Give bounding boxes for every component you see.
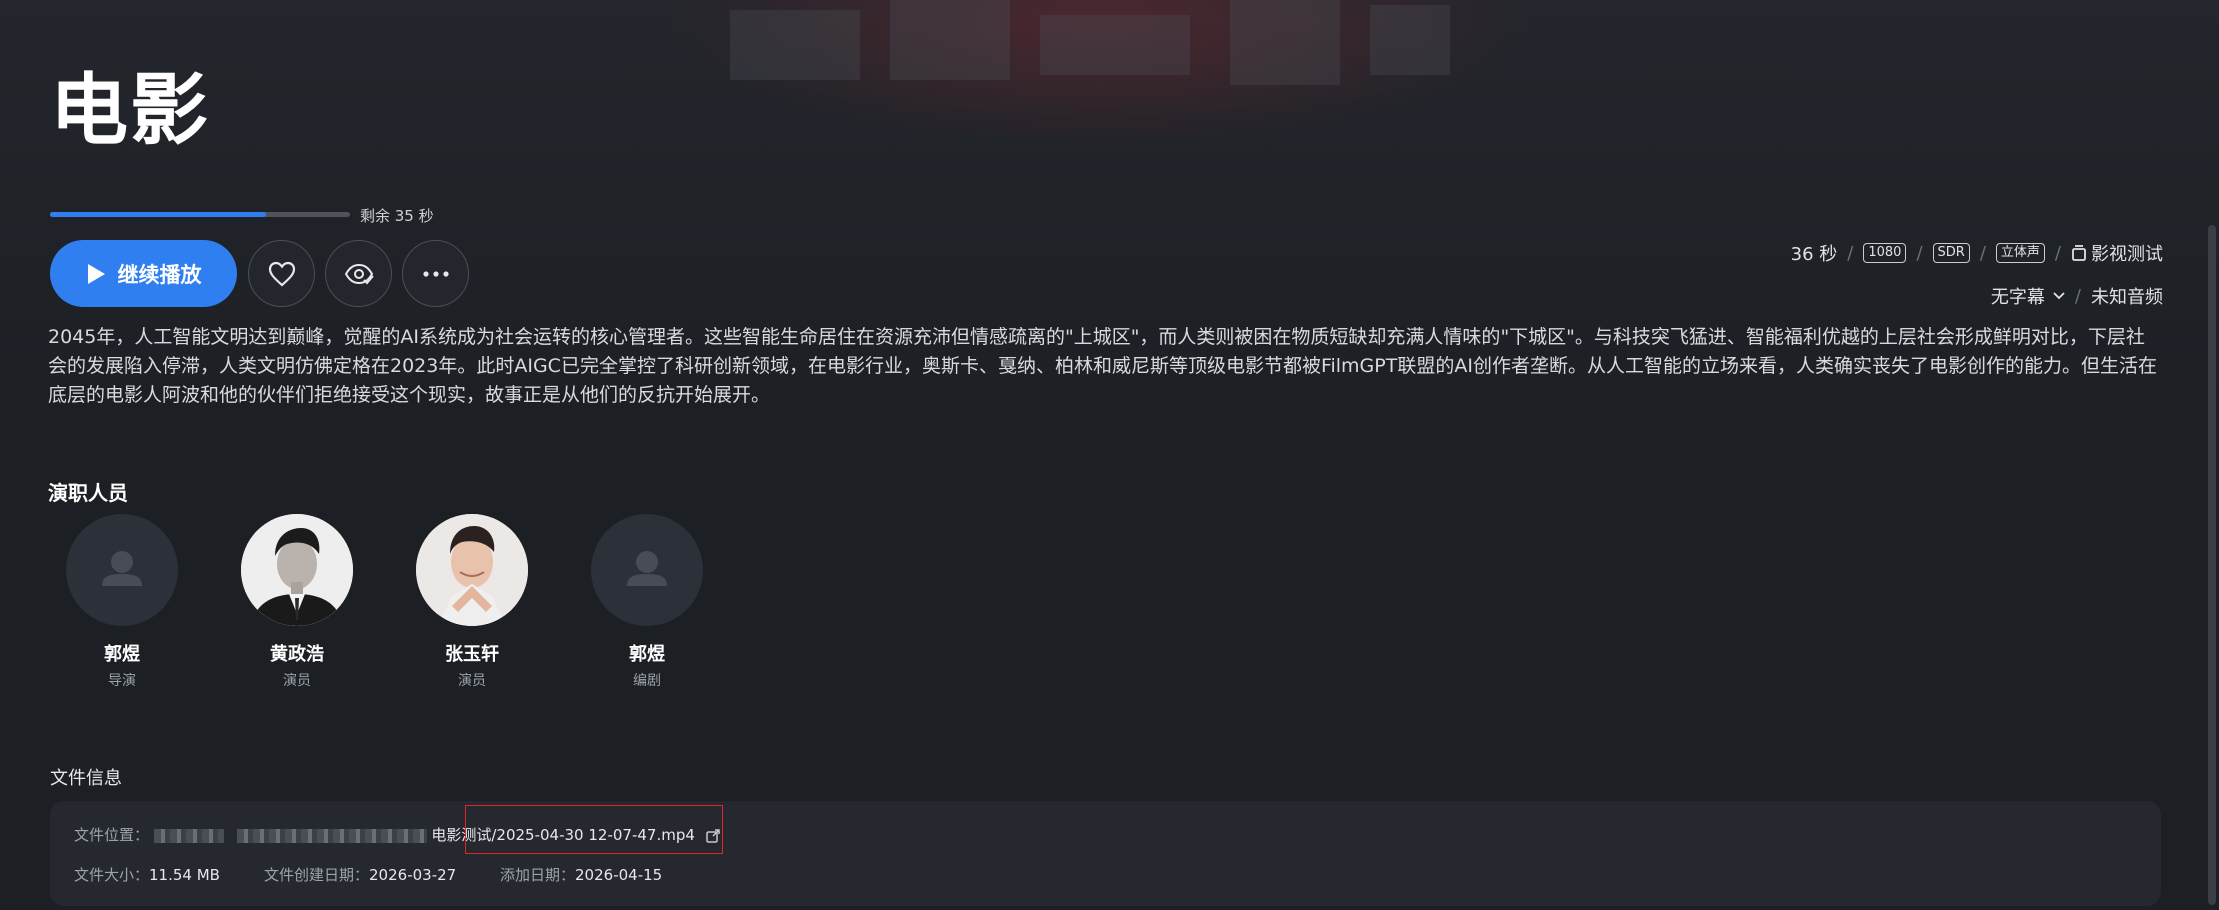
more-options-button[interactable] (402, 240, 469, 307)
subtitle-select-value: 无字幕 (1990, 287, 2045, 308)
subtitle-select[interactable]: 无字幕 (1991, 283, 2065, 309)
actor-photo (416, 514, 528, 626)
remaining-time: 剩余 35 秒 (360, 207, 434, 225)
cast-name: 黄政浩 (270, 644, 324, 665)
resume-play-label: 继续播放 (117, 262, 202, 287)
cast-role: 演员 (283, 673, 311, 689)
cast-member[interactable]: 黄政浩 演员 (240, 514, 354, 690)
heart-icon (268, 261, 295, 286)
highlight-box (465, 805, 723, 854)
file-info-panel: 文件位置： 电影测试/2025-04-30 12-07-47.mp4 文件大小：… (50, 801, 2161, 906)
file-info-heading: 文件信息 (50, 768, 122, 789)
duration: 36 秒 (1790, 244, 1838, 265)
chevron-down-icon (2053, 292, 2065, 300)
dynamic-range-badge: SDR (1932, 243, 1970, 263)
resume-play-button[interactable]: 继续播放 (50, 240, 237, 307)
file-created-value: 2026-03-27 (369, 866, 457, 884)
avatar (66, 514, 178, 626)
movie-description: 2045年，人工智能文明达到巅峰，觉醒的AI系统成为社会运转的核心管理者。这些智… (48, 326, 2157, 406)
redacted-path (153, 828, 224, 843)
file-location-label: 文件位置： (74, 826, 150, 844)
resolution-badge: 1080 (1863, 243, 1907, 263)
page-title: 电影 (50, 66, 211, 156)
cast-name: 张玉轩 (445, 644, 499, 665)
actor-photo (241, 514, 353, 626)
favorite-button[interactable] (248, 240, 315, 307)
avatar (241, 514, 353, 626)
cast-name: 郭煜 (629, 644, 665, 665)
file-added-label: 添加日期： (500, 866, 576, 884)
media-info-row: 36 秒 / 1080 / SDR / 立体声 / 影视测试 (1791, 240, 2163, 266)
play-icon (87, 263, 105, 284)
mark-watched-button[interactable] (325, 240, 392, 307)
audio-select[interactable]: 未知音频 (2091, 283, 2163, 309)
avatar (591, 514, 703, 626)
watch-progress-bar (50, 212, 350, 217)
person-icon (627, 551, 667, 586)
file-added-row: 添加日期：2026-04-15 (500, 864, 662, 885)
file-added-value: 2026-04-15 (575, 866, 663, 884)
library-icon (2072, 245, 2086, 261)
audio-channels-badge: 立体声 (1995, 243, 2045, 263)
file-size-row: 文件大小：11.54 MB (74, 864, 220, 885)
file-created-label: 文件创建日期： (264, 866, 370, 884)
library-link[interactable]: 影视测试 (2071, 240, 2163, 266)
person-icon (102, 551, 142, 586)
scrollbar[interactable] (2208, 225, 2216, 905)
cast-heading: 演职人员 (48, 481, 128, 505)
cast-role: 编剧 (633, 673, 661, 689)
file-size-label: 文件大小： (74, 866, 150, 884)
avatar (416, 514, 528, 626)
cast-member[interactable]: 郭煜 导演 (65, 514, 179, 690)
cast-member[interactable]: 张玉轩 演员 (415, 514, 529, 690)
file-size-value: 11.54 MB (149, 866, 220, 884)
file-created-row: 文件创建日期：2026-03-27 (264, 864, 456, 885)
cast-member[interactable]: 郭煜 编剧 (590, 514, 704, 690)
library-name: 影视测试 (2091, 244, 2163, 265)
track-select-row: 无字幕 / 未知音频 (1991, 283, 2163, 309)
cast-role: 演员 (458, 673, 486, 689)
watch-progress-fill (50, 212, 266, 217)
cast-name: 郭煜 (104, 644, 140, 665)
cast-role: 导演 (108, 673, 136, 689)
redacted-path (236, 828, 427, 843)
eye-check-icon (344, 263, 374, 284)
more-icon (422, 270, 449, 277)
backdrop-title-art (730, 0, 1490, 90)
